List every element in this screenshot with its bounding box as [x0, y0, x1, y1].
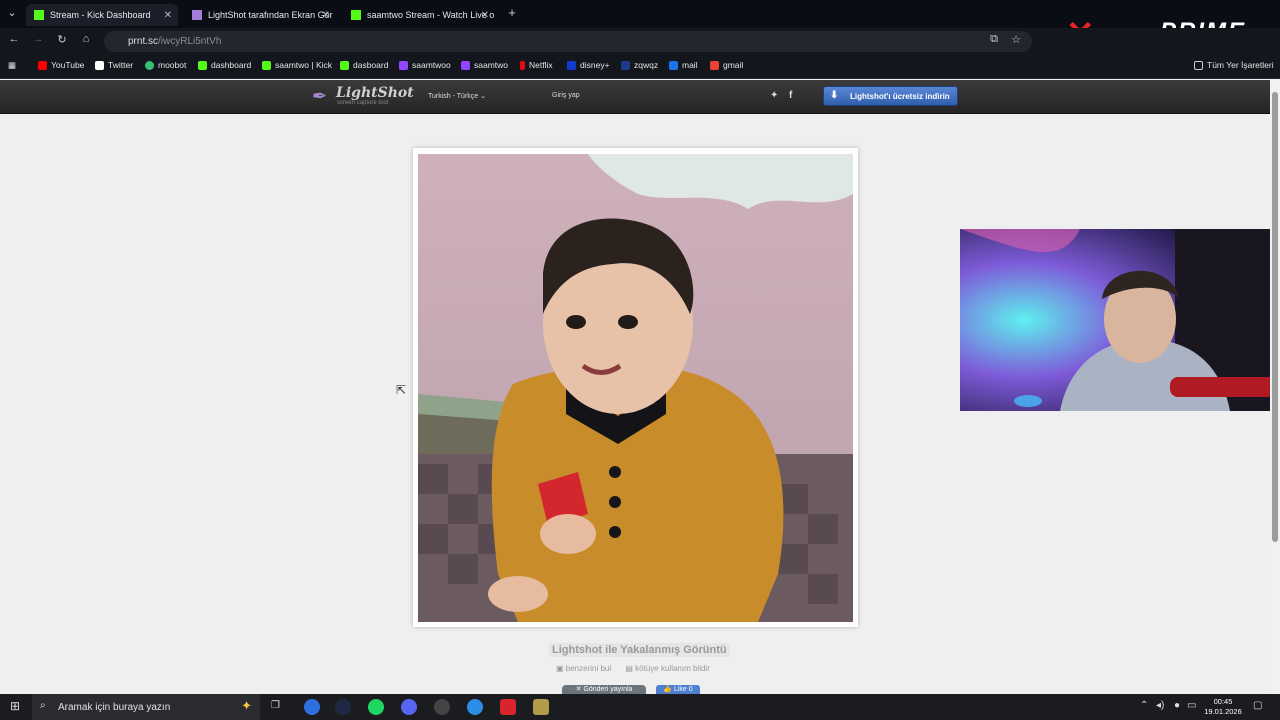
report-abuse-link[interactable]: ▤ kötüye kullanım bildir	[625, 664, 715, 673]
reload-icon[interactable]: ↻	[54, 33, 70, 46]
feather-icon: ✒	[312, 86, 328, 106]
bookmark-saamtwoo[interactable]: saamtwoo	[399, 60, 451, 70]
twitch-icon	[399, 60, 408, 70]
bookmark-saamtwo[interactable]: saamtwo	[461, 60, 508, 70]
tab-search-icon[interactable]: ⌄	[4, 6, 20, 19]
moobot-icon	[145, 60, 154, 70]
bookmark-dashboard[interactable]: dashboard	[198, 60, 251, 70]
task-view-icon[interactable]: ❐	[271, 700, 280, 711]
close-icon[interactable]: ✕	[164, 10, 172, 21]
lightshot-header: ✒ LightShot screen capture tool Turkish …	[0, 80, 1270, 114]
kick-icon	[34, 10, 44, 20]
new-tab-button[interactable]: +	[504, 5, 520, 20]
download-button[interactable]: ⬇ Lightshot'ı ücretsiz indirin	[823, 86, 958, 106]
kick-icon	[340, 60, 349, 70]
search-icon: ⌕	[40, 700, 46, 711]
image-actions: ▣ benzerini bul ▤ kötüye kullanım bildir	[556, 664, 722, 673]
bookmarks-bar: ▦ YouTube Twitter moobot dashboard saamt…	[0, 54, 1280, 79]
webcam-illustration	[960, 229, 1280, 411]
disney-icon	[567, 60, 576, 70]
kick-icon	[351, 10, 361, 20]
bookmark-netflix[interactable]: Netflix	[520, 60, 553, 70]
photo-illustration	[418, 154, 853, 622]
bookmark-star-icon[interactable]: ☆	[1008, 33, 1024, 46]
home-icon[interactable]: ⌂	[78, 33, 94, 45]
x-icon	[95, 60, 104, 70]
screenshot-image	[418, 154, 853, 622]
find-similar-link[interactable]: ▣ benzerini bul	[556, 664, 617, 673]
sparkle-icon: ✦	[241, 698, 252, 713]
obs-icon[interactable]	[434, 699, 450, 715]
page-caption: Lightshot ile Yakalanmış Görüntü	[549, 643, 730, 657]
page-scrollbar[interactable]	[1270, 80, 1280, 694]
screenshot-frame	[413, 148, 858, 627]
apps-icon[interactable]: ▦	[8, 60, 16, 71]
lightshot-icon	[192, 10, 202, 20]
forward-icon[interactable]: →	[30, 33, 46, 45]
twitch-icon	[461, 60, 470, 70]
bookmark-youtube[interactable]: YouTube	[38, 60, 84, 70]
close-icon[interactable]: ✕	[322, 10, 330, 21]
gmail-icon	[710, 60, 719, 70]
tab-title: LightShot tarafından Ekran Gör	[208, 10, 333, 20]
kick-icon	[262, 60, 271, 70]
bookmark-zqwqz[interactable]: zqwqz	[621, 60, 658, 70]
lightshot-logo[interactable]: ✒ LightShot screen capture tool	[312, 84, 414, 106]
microphone-icon[interactable]: ●	[1174, 700, 1180, 711]
volume-icon[interactable]: ◂)	[1156, 700, 1164, 711]
spotify-icon[interactable]	[368, 699, 384, 715]
bookmark-mail[interactable]: mail	[669, 60, 698, 70]
login-link[interactable]: Giriş yap	[552, 92, 580, 99]
back-icon[interactable]: ←	[6, 33, 22, 45]
tab-title: saamtwo Stream - Watch Live o	[367, 10, 495, 20]
language-select[interactable]: Turkish - Türkçe ⌄	[428, 92, 486, 100]
discord-icon[interactable]	[401, 699, 417, 715]
mouse-cursor-icon: ⇱	[396, 383, 407, 397]
steam-icon[interactable]	[335, 699, 351, 715]
twitter-icon[interactable]: ✦	[770, 90, 778, 101]
bookmark-disney[interactable]: disney+	[567, 60, 610, 70]
download-icon: ⬇	[830, 90, 839, 101]
windows-taskbar: ⊞ ⌕ Aramak için buraya yazın ✦ ❐ ⌃ ◂) ● …	[0, 694, 1280, 720]
network-icon[interactable]: ▭	[1187, 700, 1196, 711]
scrollbar-thumb[interactable]	[1272, 92, 1278, 542]
bookmark-twitter[interactable]: Twitter	[95, 60, 133, 70]
windows-start-icon[interactable]: ⊞	[10, 699, 20, 713]
tab-saamtwo-stream[interactable]: saamtwo Stream - Watch Live o ✕	[343, 4, 495, 26]
facebook-icon[interactable]: f	[789, 90, 792, 101]
app-red-icon[interactable]	[500, 699, 516, 715]
bookmark-moobot[interactable]: moobot	[145, 60, 186, 70]
webcam-overlay	[960, 229, 1280, 411]
chrome-icon[interactable]	[304, 699, 320, 715]
taskbar-clock[interactable]: 00:45 19.01.2026	[1200, 697, 1246, 717]
bookmark-gmail[interactable]: gmail	[710, 60, 743, 70]
folder-icon	[1194, 60, 1203, 70]
taskbar-search[interactable]: ⌕ Aramak için buraya yazın ✦	[32, 694, 260, 720]
all-bookmarks[interactable]: Tüm Yer İşaretleri	[1194, 60, 1274, 70]
league-icon[interactable]	[533, 699, 549, 715]
address-host: prnt.sc	[128, 36, 159, 47]
kick-icon	[198, 60, 207, 70]
bookmark-saamtwo-kick[interactable]: saamtwo | Kick	[262, 60, 332, 70]
tray-chevron-icon[interactable]: ⌃	[1140, 700, 1148, 711]
mail-icon	[669, 60, 678, 70]
close-icon[interactable]: ✕	[481, 10, 489, 21]
bookmark-dasboard[interactable]: dasboard	[340, 60, 388, 70]
tab-title: Stream - Kick Dashboard	[50, 10, 151, 20]
tab-kick-dashboard[interactable]: Stream - Kick Dashboard ✕	[26, 4, 178, 26]
tab-lightshot[interactable]: LightShot tarafından Ekran Gör ✕	[184, 4, 336, 26]
zk-icon	[621, 60, 630, 70]
app-c-icon[interactable]	[467, 699, 483, 715]
browser-toolbar: ← → ↻ ⌂ prnt.sc/iwcyRLi5ntVh ⧉ ☆	[0, 28, 1280, 54]
install-app-icon[interactable]: ⧉	[986, 33, 1002, 46]
address-bar[interactable]: prnt.sc/iwcyRLi5ntVh	[104, 31, 1032, 52]
notifications-icon[interactable]: ▢	[1253, 700, 1262, 711]
address-path: /iwcyRLi5ntVh	[158, 36, 222, 47]
netflix-icon	[520, 60, 525, 70]
youtube-icon	[38, 60, 47, 70]
